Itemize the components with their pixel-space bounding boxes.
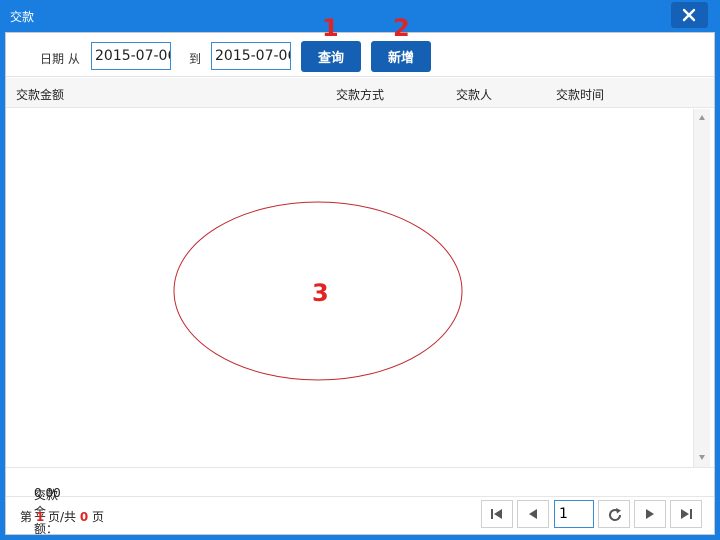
last-page-icon bbox=[681, 509, 692, 519]
grid-header: 交款金额 交款方式 交款人 交款时间 bbox=[6, 78, 714, 108]
last-page-button[interactable] bbox=[670, 500, 702, 528]
add-button[interactable]: 新增 bbox=[371, 41, 431, 72]
date-from-label: 日期 从 bbox=[40, 52, 80, 66]
column-header-payer[interactable]: 交款人 bbox=[456, 86, 492, 103]
prev-page-icon bbox=[529, 509, 537, 519]
first-page-button[interactable] bbox=[481, 500, 513, 528]
page-info-prefix: 第 bbox=[20, 510, 36, 524]
filter-toolbar: 日期 从 到 查询 新增 bbox=[6, 33, 714, 77]
page-total: 0 bbox=[79, 510, 89, 524]
scroll-up-icon[interactable] bbox=[699, 115, 705, 120]
page-info-suffix: 页 bbox=[88, 510, 105, 524]
content-panel: 日期 从 到 查询 新增 交款金额 交款方式 交款人 交款时间 交款金额：0.0… bbox=[5, 32, 715, 536]
column-header-amount[interactable]: 交款金额 bbox=[16, 86, 64, 103]
title-bar[interactable]: 交款 bbox=[0, 0, 720, 32]
next-page-button[interactable] bbox=[634, 500, 666, 528]
page-number-input[interactable] bbox=[554, 500, 594, 528]
close-button[interactable] bbox=[671, 2, 708, 28]
prev-page-button[interactable] bbox=[517, 500, 549, 528]
column-header-time[interactable]: 交款时间 bbox=[556, 86, 604, 103]
annotation-ellipse bbox=[173, 201, 463, 381]
dialog-window: 交款 日期 从 到 查询 新增 交款金额 交款方式 交款人 交款时间 bbox=[0, 0, 720, 540]
next-page-icon bbox=[646, 509, 654, 519]
date-from-input[interactable] bbox=[91, 42, 171, 70]
page-current: 1 bbox=[35, 510, 45, 524]
column-header-method[interactable]: 交款方式 bbox=[336, 86, 384, 103]
vertical-scrollbar[interactable] bbox=[693, 109, 710, 467]
annotation-1: 1 bbox=[322, 14, 339, 42]
window-title: 交款 bbox=[10, 10, 35, 24]
annotation-2: 2 bbox=[393, 14, 410, 42]
close-icon bbox=[682, 8, 696, 22]
annotation-3: 3 bbox=[312, 279, 329, 307]
refresh-button[interactable] bbox=[598, 500, 630, 528]
summary-bar: 交款金额： 0.00 bbox=[6, 467, 714, 536]
date-to-input[interactable] bbox=[211, 42, 291, 70]
scroll-down-icon[interactable] bbox=[699, 455, 705, 460]
query-button[interactable]: 查询 bbox=[301, 41, 361, 72]
page-info: 第 1 页/共 0 页 bbox=[20, 508, 104, 525]
date-to-label: 到 bbox=[189, 52, 202, 66]
refresh-icon bbox=[609, 508, 622, 521]
grid-body bbox=[6, 109, 714, 467]
first-page-icon bbox=[491, 509, 502, 519]
pagination-bar: 第 1 页/共 0 页 bbox=[6, 498, 714, 534]
page-info-mid: 页/共 bbox=[44, 510, 80, 524]
